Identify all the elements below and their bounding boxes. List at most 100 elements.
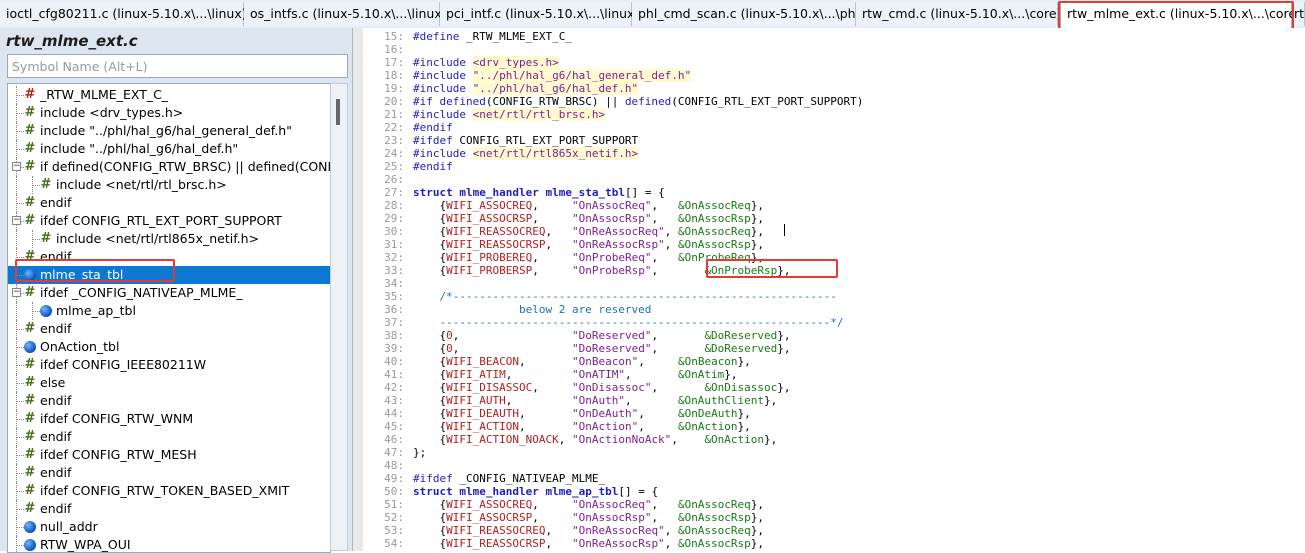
symbol-tree-item[interactable]: # include <drv_types.h> (8, 104, 330, 122)
line-number: 36: (384, 303, 404, 316)
tree-line (32, 239, 40, 240)
conditional-icon: # (24, 195, 36, 210)
symbol-tree-item[interactable]: # include "../phl/hal_g6/hal_def.h" (8, 140, 330, 158)
code-line: 29: {WIFI_ASSOCRSP, "OnAssocRsp", &OnAss… (353, 212, 764, 225)
symbol-tree-item[interactable]: # ifdef CONFIG_IEEE80211W (8, 356, 330, 374)
tree-line (16, 491, 24, 492)
include-icon: # (24, 105, 36, 120)
symbol-tree-item[interactable]: null_addr (8, 518, 330, 536)
tab-pci-intf[interactable]: pci_intf.c (linux-5.10.x\...\linux) (440, 2, 639, 26)
code-line: 31: {WIFI_REASSOCRSP, "OnReAssocRsp", &O… (353, 238, 764, 251)
tree-line (16, 203, 24, 204)
tab-rtw-cmd[interactable]: rtw_cmd.c (linux-5.10.x\...\core) (856, 2, 1061, 26)
symbol-tree-item[interactable]: # ifdef CONFIG_RTW_TOKEN_BASED_XMIT (8, 482, 330, 500)
symbol-label: ifdef CONFIG_IEEE80211W (40, 357, 207, 372)
code-line: 48: (353, 459, 413, 472)
line-number: 46: (384, 433, 404, 446)
symbol-tree-item[interactable]: − # if defined(CONFIG_RTW_BRSC) || defined… (8, 158, 330, 176)
symbol-tree-item[interactable]: # include "../phl/hal_g6/hal_general_def.… (8, 122, 330, 140)
code-text: {WIFI_ACTION, "OnAction", &OnAction}, (413, 420, 751, 433)
line-number: 47: (384, 446, 404, 459)
symbol-tree-scrollbar[interactable] (330, 83, 348, 551)
symbol-tree-item[interactable]: # endif (8, 500, 330, 518)
symbol-tree-item[interactable]: # _RTW_MLME_EXT_C_ (8, 86, 330, 104)
tab-ioctl-cfg80211[interactable]: ioctl_cfg80211.c (linux-5.10.x\...\linux… (0, 2, 256, 26)
symbol-tree-item[interactable]: OnAction_tbl (8, 338, 330, 356)
tree-line (32, 311, 40, 312)
code-text: {WIFI_REASSOCREQ, "OnReAssocReq", &OnAss… (413, 225, 765, 238)
conditional-icon: # (24, 393, 36, 408)
symbol-tree-item[interactable]: # else (8, 374, 330, 392)
tab-overflow[interactable]: rt (1292, 2, 1305, 26)
code-text: {WIFI_ASSOCRSP, "OnAssocRsp", &OnAssocRs… (413, 212, 765, 225)
symbol-tree-item[interactable]: − # ifdef _CONFIG_NATIVEAP_MLME_ (8, 284, 330, 302)
code-text: {0, "DoReserved", &DoReserved}, (413, 342, 791, 355)
tab-label: rt (1294, 6, 1305, 21)
symbol-tree-item[interactable]: mlme_sta_tbl (8, 266, 330, 284)
code-line: 43: {WIFI_AUTH, "OnAuth", &OnAuthClient}… (353, 394, 777, 407)
collapse-toggle-icon[interactable]: − (12, 162, 21, 171)
tab-os-intfs[interactable]: os_intfs.c (linux-5.10.x\...\linux) (244, 2, 447, 26)
symbol-tree-item[interactable]: RTW_WPA_OUI (8, 536, 330, 552)
code-line: 40: {WIFI_BEACON, "OnBeacon", &OnBeacon}… (353, 355, 751, 368)
code-text: {WIFI_REASSOCRSP, "OnReAssocRsp", &OnAss… (413, 537, 765, 550)
code-text: {WIFI_AUTH, "OnAuth", &OnAuthClient}, (413, 394, 778, 407)
tree-line (16, 149, 24, 150)
symbol-tree-item[interactable]: # include <net/rtl/rtl865x_netif.h> (8, 230, 330, 248)
code-line: 27: struct mlme_handler mlme_sta_tbl[] = … (353, 186, 665, 199)
tab-rtw-mlme-ext[interactable]: rtw_mlme_ext.c (linux-5.10.x\...\core)✕ (1060, 1, 1301, 28)
symbol-label: mlme_sta_tbl (40, 267, 124, 282)
collapse-toggle-icon[interactable]: − (12, 288, 21, 297)
tree-line (16, 383, 24, 384)
code-line: 37: ------------------------------------… (353, 316, 843, 329)
symbol-tree-item[interactable]: mlme_ap_tbl (8, 302, 330, 320)
line-number: 37: (384, 316, 404, 329)
code-text: {WIFI_ASSOCRSP, "OnAssocRsp", &OnAssocRs… (413, 511, 765, 524)
code-text: {WIFI_ACTION_NOACK, "OnActionNoAck", &On… (413, 433, 778, 446)
line-number: 54: (384, 537, 404, 550)
symbol-tree-item[interactable]: # endif (8, 248, 330, 266)
line-number: 42: (384, 381, 404, 394)
symbol-tree-item[interactable]: # endif (8, 194, 330, 212)
symbol-label: endif (40, 465, 72, 480)
tab-label: phl_cmd_scan.c (linux-5.10.x\...\phl) (638, 6, 864, 21)
code-line: 45: {WIFI_ACTION, "OnAction", &OnAction}… (353, 420, 751, 433)
code-line: 47:}; (353, 446, 426, 459)
symbol-tree-item[interactable]: # include <net/rtl/rtl_brsc.h> (8, 176, 330, 194)
tree-line (16, 347, 24, 348)
line-number: 38: (384, 329, 404, 342)
symbol-tree-item[interactable]: − # ifdef CONFIG_RTL_EXT_PORT_SUPPORT (8, 212, 330, 230)
symbol-label: ifdef CONFIG_RTW_MESH (40, 447, 197, 462)
line-number: 49: (384, 472, 404, 485)
code-line: 28: {WIFI_ASSOCREQ, "OnAssocReq", &OnAss… (353, 199, 764, 212)
tree-line (16, 455, 24, 456)
symbol-search-input[interactable] (7, 54, 348, 78)
code-line: 18: #include "../phl/hal_g6/hal_general_d… (353, 69, 692, 82)
tree-line (16, 473, 24, 474)
symbol-tree-item[interactable]: # ifdef CONFIG_RTW_MESH (8, 446, 330, 464)
code-editor[interactable]: 15: #define _RTW_MLME_EXT_C_ 16: 17: #includ… (353, 28, 1305, 551)
line-number: 39: (384, 342, 404, 355)
symbol-tree-item[interactable]: # endif (8, 464, 330, 482)
line-number: 26: (384, 173, 404, 186)
code-text: {WIFI_REASSOCREQ, "OnReAssocReq", &OnAss… (413, 524, 765, 537)
symbol-tree[interactable]: # _RTW_MLME_EXT_C_ # include <drv_types.h> #… (7, 83, 331, 553)
symbol-label: RTW_WPA_OUI (40, 537, 131, 552)
scrollbar-thumb[interactable] (336, 99, 340, 125)
symbol-tree-item[interactable]: # ifdef CONFIG_RTW_WNM (8, 410, 330, 428)
tab-phl-cmd-scan[interactable]: phl_cmd_scan.c (linux-5.10.x\...\phl) (632, 2, 864, 26)
symbol-label: null_addr (40, 519, 98, 534)
code-line: 23: #ifdef CONFIG_RTL_EXT_PORT_SUPPORT (353, 134, 638, 147)
symbol-label: include <net/rtl/rtl865x_netif.h> (56, 231, 260, 246)
symbol-tree-item[interactable]: # endif (8, 320, 330, 338)
conditional-icon: # (24, 411, 36, 426)
code-text: {WIFI_PROBEREQ, "OnProbeReq", &OnProbeRe… (413, 251, 765, 264)
symbol-tree-item[interactable]: # endif (8, 392, 330, 410)
code-line: 30: {WIFI_REASSOCREQ, "OnReAssocReq", &O… (353, 225, 764, 238)
symbol-tree-item[interactable]: # endif (8, 428, 330, 446)
collapse-toggle-icon[interactable]: − (12, 216, 21, 225)
code-text: {WIFI_ATIM, "OnATIM", &OnAtim}, (413, 368, 738, 381)
code-line: 46: {WIFI_ACTION_NOACK, "OnActionNoAck",… (353, 433, 777, 446)
